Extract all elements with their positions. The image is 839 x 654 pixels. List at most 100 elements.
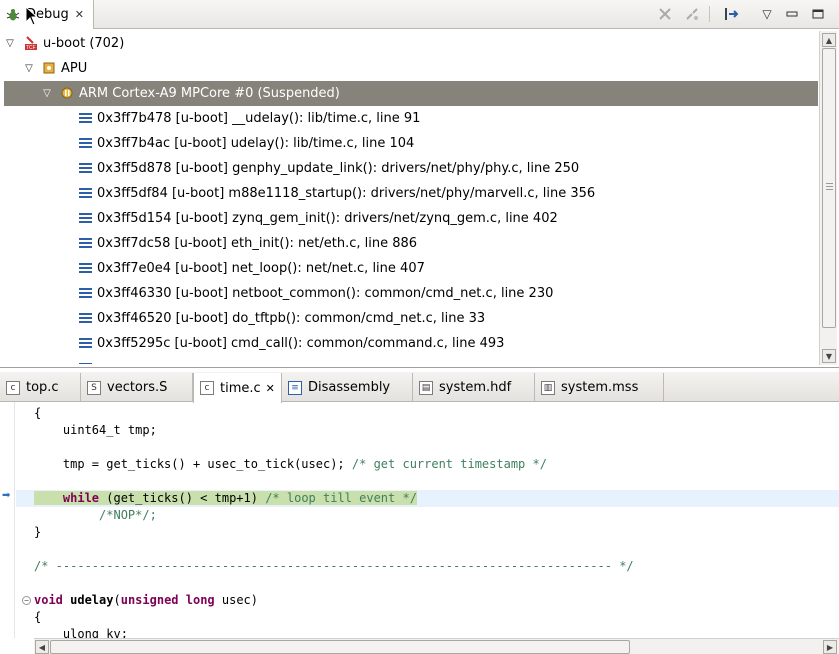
stack-frame[interactable]: 0x3ff7b478 [u-boot] __udelay(): lib/time… (0, 106, 818, 131)
stack-frame-label: 0x3ff5295c [u-boot] cmd_call(): common/c… (97, 336, 505, 351)
code-area[interactable]: { uint64_t tmp; tmp = get_ticks() + usec… (16, 402, 839, 638)
scroll-down-arrow-icon[interactable]: ▼ (822, 349, 836, 363)
tree-item-thread[interactable]: ▽ ARM Cortex-A9 MPCore #0 (Suspended) (4, 81, 818, 106)
tree-item-apu[interactable]: ▽ APU (0, 56, 818, 81)
stack-frame[interactable]: 0x3ff7b4ac [u-boot] udelay(): lib/time.c… (0, 131, 818, 156)
code-line: void udelay(unsigned long usec) (16, 592, 839, 609)
code-line: uint64_t tmp; (34, 423, 157, 437)
debug-tabbar: Debug ✕ ▽ (0, 0, 839, 29)
stack-frame[interactable]: 0x3ff5d154 [u-boot] zynq_gem_init(): dri… (0, 206, 818, 231)
mss-file-icon: ▥ (541, 380, 555, 395)
code-line: /* -------------------------------------… (34, 559, 634, 573)
stack-frame[interactable]: 0x3ff46520 [u-boot] do_tftpb(): common/c… (0, 306, 818, 331)
debug-vertical-scrollbar[interactable]: ▲ ▼ (819, 31, 837, 365)
tab-label: vectors.S (107, 380, 168, 395)
code-line: /*NOP*/; (34, 508, 157, 522)
stack-frame-label: 0x3ff46520 [u-boot] do_tftpb(): common/c… (97, 311, 486, 326)
tab-disassembly[interactable]: ≡ Disassembly (282, 373, 413, 402)
launch-icon: TCF (23, 35, 39, 51)
code-line: ulong kv; (34, 627, 128, 638)
editor-horizontal-scrollbar[interactable]: ◀ ▶ (34, 638, 839, 654)
stack-frame-label: 0x3ff5df84 [u-boot] m88e1118_startup(): … (97, 186, 596, 201)
scroll-right-arrow-icon[interactable]: ▶ (823, 640, 837, 654)
remove-all-terminated-icon[interactable] (655, 5, 675, 23)
stack-frame[interactable] (0, 356, 818, 364)
stack-frame-label: 0x3ff7b478 [u-boot] __udelay(): lib/time… (97, 111, 421, 126)
debug-tree: ▽ TCF u-boot (702) ▽ APU ▽ ARM Cortex-A9… (0, 31, 818, 364)
hdf-file-icon: ▤ (419, 380, 433, 395)
minimize-icon[interactable] (782, 5, 802, 23)
stack-frame-icon (79, 338, 92, 349)
step-into-selection-icon[interactable] (722, 5, 742, 23)
scroll-thumb[interactable] (50, 640, 630, 654)
stack-frame-icon (79, 188, 92, 199)
chevron-down-icon[interactable]: ▽ (23, 62, 35, 74)
stack-frame[interactable]: 0x3ff5df84 [u-boot] m88e1118_startup(): … (0, 181, 818, 206)
svg-text:TCF: TCF (26, 45, 36, 51)
stack-frame-label: 0x3ff7b4ac [u-boot] udelay(): lib/time.c… (97, 136, 415, 151)
close-icon[interactable]: ✕ (266, 382, 275, 395)
tree-item-label: ARM Cortex-A9 MPCore #0 (Suspended) (79, 86, 340, 101)
scroll-up-arrow-icon[interactable]: ▲ (822, 33, 836, 47)
editor-tabbar: c top.c S vectors.S c time.c ✕ ≡ Disasse… (0, 372, 839, 403)
code-text: ( (113, 593, 121, 607)
ide-window: Debug ✕ ▽ ▽ TCF u-boot (702) ▽ APU ▽ ARM… (0, 0, 839, 654)
stack-frame[interactable]: 0x3ff5d878 [u-boot] genphy_update_link()… (0, 156, 818, 181)
editor-gutter[interactable]: ➡ (0, 402, 15, 638)
stack-frame-icon (79, 113, 92, 124)
code-line: tmp = get_ticks() + usec_to_tick(usec); … (16, 456, 839, 473)
code-line: { (34, 406, 42, 420)
code-line: { (34, 610, 42, 624)
code-line: } (34, 525, 42, 539)
code-keyword: while (62, 491, 100, 505)
code-text: usec) (214, 593, 258, 607)
code-comment: /* loop till event */ (265, 491, 417, 505)
debug-view: Debug ✕ ▽ ▽ TCF u-boot (702) ▽ APU ▽ ARM… (0, 0, 839, 368)
disconnect-icon[interactable] (682, 5, 702, 23)
instruction-pointer-icon: ➡ (2, 490, 11, 501)
tab-label: time.c (220, 380, 261, 396)
stack-frame[interactable]: 0x3ff7dc58 [u-boot] eth_init(): net/eth.… (0, 231, 818, 256)
tab-debug[interactable]: Debug ✕ (0, 0, 94, 29)
tab-time-c[interactable]: c time.c ✕ (193, 373, 282, 403)
code-text: tmp = get_ticks() + usec_to_tick(usec); (34, 457, 352, 471)
view-menu-icon[interactable]: ▽ (757, 5, 777, 23)
stack-frame[interactable]: 0x3ff7e0e4 [u-boot] net_loop(): net/net.… (0, 256, 818, 281)
chevron-down-icon[interactable]: ▽ (4, 37, 16, 49)
tab-vectors-s[interactable]: S vectors.S (81, 373, 193, 402)
current-statement-highlight: while (get_ticks() < tmp+1) /* loop till… (34, 491, 417, 505)
code-comment: /* get current timestamp */ (351, 457, 547, 471)
stack-frame-label: 0x3ff5d878 [u-boot] genphy_update_link()… (97, 161, 580, 176)
tab-label: system.hdf (439, 380, 512, 395)
tree-item-label: APU (61, 61, 88, 76)
function-name: udelay (62, 593, 114, 607)
toolbar-separator (709, 6, 710, 22)
c-file-icon: c (6, 380, 20, 395)
scroll-thumb[interactable] (822, 48, 836, 328)
stack-frame-icon (79, 288, 92, 299)
chevron-down-icon[interactable]: ▽ (41, 87, 53, 99)
stack-frame-icon (79, 263, 92, 274)
close-icon[interactable]: ✕ (75, 8, 84, 21)
stack-frame-icon (79, 213, 92, 224)
stack-frame-icon (79, 138, 92, 149)
disassembly-icon: ≡ (288, 380, 302, 395)
maximize-icon[interactable] (808, 5, 828, 23)
stack-frame-icon (79, 163, 92, 174)
stack-frame[interactable]: 0x3ff5295c [u-boot] cmd_call(): common/c… (0, 331, 818, 356)
tree-item-label: u-boot (702) (43, 36, 125, 51)
stack-frame-label: 0x3ff7dc58 [u-boot] eth_init(): net/eth.… (97, 236, 418, 251)
tab-label: Disassembly (308, 380, 391, 395)
code-editor: c top.c S vectors.S c time.c ✕ ≡ Disasse… (0, 372, 839, 654)
tree-item-launch[interactable]: ▽ TCF u-boot (702) (0, 31, 818, 56)
scroll-left-arrow-icon[interactable]: ◀ (35, 640, 49, 654)
stack-frame[interactable]: 0x3ff46330 [u-boot] netboot_common(): co… (0, 281, 818, 306)
stack-frame-icon (79, 313, 92, 324)
c-file-icon: c (200, 381, 214, 395)
tab-label: system.mss (561, 380, 639, 395)
tab-top-c[interactable]: c top.c (0, 373, 81, 402)
tab-system-mss[interactable]: ▥ system.mss (535, 373, 664, 402)
code-keyword: unsigned long (120, 593, 215, 607)
tab-system-hdf[interactable]: ▤ system.hdf (413, 373, 535, 402)
